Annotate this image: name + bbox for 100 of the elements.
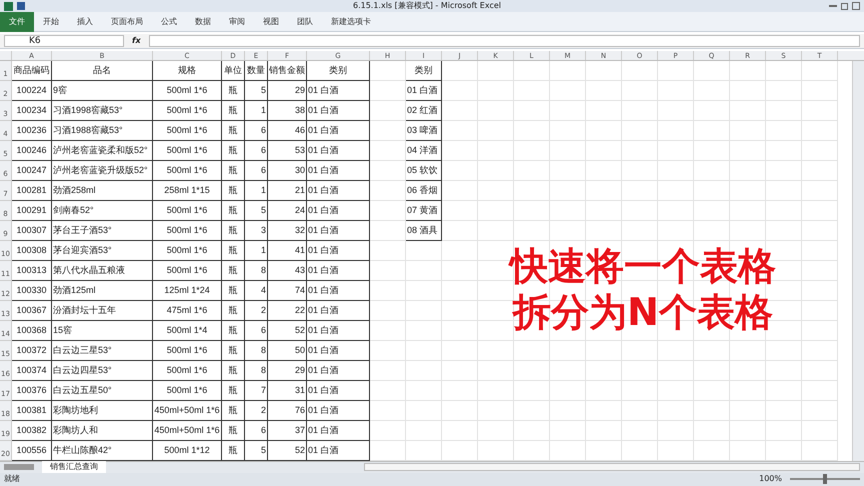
table-cell: 500ml 1*6 (153, 340, 222, 361)
function-label[interactable]: fx (132, 34, 141, 47)
table-cell: 6 (245, 320, 268, 341)
table-cell: 01 白酒 (307, 180, 370, 201)
table-cell: 01 白酒 (307, 80, 370, 101)
table-cell: 53 (268, 140, 307, 161)
zoom-level: 100% (759, 473, 782, 486)
ribbon-tab[interactable]: 数据 (186, 12, 220, 32)
table-cell: 500ml 1*6 (153, 360, 222, 381)
table-cell: 茅台迎宾酒53° (52, 240, 153, 261)
table-cell: 41 (268, 240, 307, 261)
table-cell: 瓶 (222, 300, 245, 321)
table-cell: 29 (268, 80, 307, 101)
table-cell: 瓶 (222, 340, 245, 361)
sheet-tab[interactable]: 销售汇总查询 (42, 461, 106, 474)
table-cell: 瓶 (222, 260, 245, 281)
table-cell: 8 (245, 340, 268, 361)
table-cell: 100308 (12, 240, 52, 261)
vertical-scrollbar[interactable] (852, 60, 864, 461)
table-cell: 劲酒125ml (52, 280, 153, 301)
table-cell: 100330 (12, 280, 52, 301)
table-cell: 02 红酒 (406, 100, 442, 121)
table-cell: 瓶 (222, 80, 245, 101)
table-cell: 100367 (12, 300, 52, 321)
table-cell: 100291 (12, 200, 52, 221)
table-cell: 茅台王子酒53° (52, 220, 153, 241)
table-cell: 瓶 (222, 380, 245, 401)
table-cell: 商品编码 (12, 60, 52, 81)
table-cell: 500ml 1*6 (153, 220, 222, 241)
table-cell: 瓶 (222, 360, 245, 381)
table-cell: 类别 (406, 60, 442, 81)
table-cell: 100556 (12, 440, 52, 461)
formula-field[interactable] (148, 34, 860, 47)
ribbon-tab[interactable]: 开始 (34, 12, 68, 32)
ribbon-tab[interactable]: 新建选项卡 (322, 12, 380, 32)
ribbon-tab[interactable]: 插入 (68, 12, 102, 32)
table-cell: 2 (245, 300, 268, 321)
table-cell: 瓶 (222, 220, 245, 241)
ribbon-tab[interactable]: 文件 (0, 12, 34, 32)
ribbon-tab[interactable]: 团队 (288, 12, 322, 32)
ribbon-tab[interactable]: 公式 (152, 12, 186, 32)
table-cell: 瓶 (222, 180, 245, 201)
table-cell: 03 啤酒 (406, 120, 442, 141)
table-cell: 01 白酒 (307, 120, 370, 141)
table-cell: 38 (268, 100, 307, 121)
overlay-caption: 拆分为N个表格 (513, 289, 773, 335)
table-cell: 7 (245, 380, 268, 401)
name-box[interactable]: K6 (4, 34, 124, 47)
table-cell: 450ml+50ml 1*6 (153, 400, 222, 421)
table-cell: 04 洋酒 (406, 140, 442, 161)
table-cell: 5 (245, 200, 268, 221)
table-cell: 瓶 (222, 440, 245, 461)
table-cell: 瓶 (222, 140, 245, 161)
table-cell: 100246 (12, 140, 52, 161)
table-cell: 8 (245, 360, 268, 381)
table-cell: 01 白酒 (307, 200, 370, 221)
table-cell: 规格 (153, 60, 222, 81)
table-cell: 125ml 1*24 (153, 280, 222, 301)
table-cell: 6 (245, 420, 268, 441)
maximize-icon[interactable] (841, 2, 848, 10)
overlay-caption: 快速将一个表格 (510, 243, 776, 289)
horizontal-scrollbar[interactable] (364, 463, 860, 472)
table-cell: 泸州老窖蓝瓷柔和版52° (52, 140, 153, 161)
table-cell: 剑南春52° (52, 200, 153, 221)
table-cell: 500ml 1*4 (153, 320, 222, 341)
ribbon-tab[interactable]: 审阅 (220, 12, 254, 32)
table-cell: 汾酒封坛十五年 (52, 300, 153, 321)
table-cell: 01 白酒 (307, 140, 370, 161)
table-cell: 1 (245, 100, 268, 121)
table-cell: 瓶 (222, 400, 245, 421)
table-cell: 习酒1998窖藏53° (52, 100, 153, 121)
table-cell: 品名 (52, 60, 153, 81)
table-cell: 01 白酒 (307, 340, 370, 361)
table-cell: 22 (268, 300, 307, 321)
ribbon-tab[interactable]: 页面布局 (102, 12, 152, 32)
table-cell: 第八代水晶五粮液 (52, 260, 153, 281)
table-cell: 21 (268, 180, 307, 201)
table-cell: 01 白酒 (307, 420, 370, 441)
table-cell: 500ml 1*6 (153, 260, 222, 281)
table-cell: 100374 (12, 360, 52, 381)
table-cell: 瓶 (222, 240, 245, 261)
table-cell: 2 (245, 400, 268, 421)
table-cell: 01 白酒 (307, 220, 370, 241)
table-cell: 100381 (12, 400, 52, 421)
table-cell: 475ml 1*6 (153, 300, 222, 321)
table-cell: 6 (245, 160, 268, 181)
table-cell: 瓶 (222, 160, 245, 181)
table-cell: 500ml 1*6 (153, 240, 222, 261)
table-cell: 500ml 1*6 (153, 380, 222, 401)
table-cell: 06 香烟 (406, 180, 442, 201)
slider-thumb[interactable] (823, 474, 827, 484)
table-cell: 29 (268, 360, 307, 381)
table-cell: 37 (268, 420, 307, 441)
table-cell: 43 (268, 260, 307, 281)
table-cell: 01 白酒 (307, 400, 370, 421)
table-cell: 01 白酒 (307, 240, 370, 261)
ribbon-tab[interactable]: 视图 (254, 12, 288, 32)
table-cell: 单位 (222, 60, 245, 81)
table-cell: 瓶 (222, 120, 245, 141)
table-cell: 01 白酒 (307, 440, 370, 461)
